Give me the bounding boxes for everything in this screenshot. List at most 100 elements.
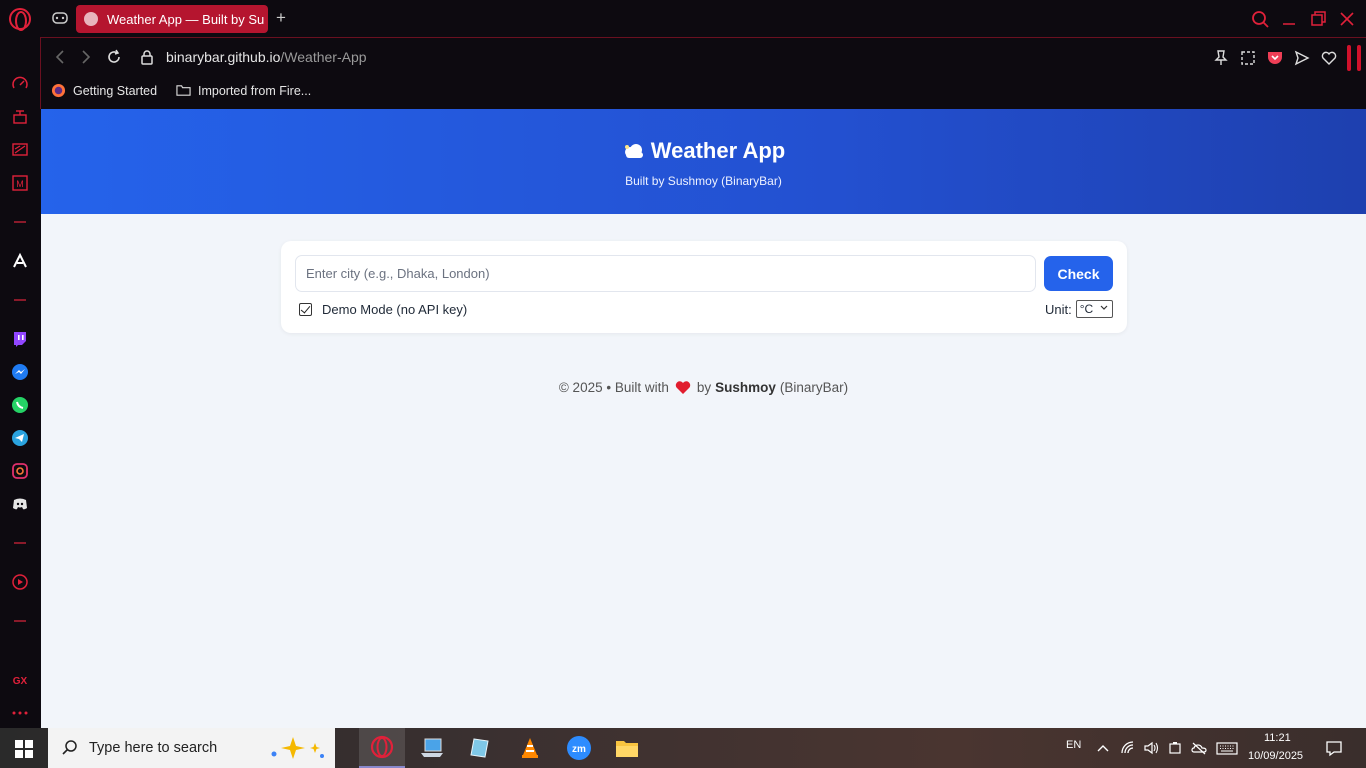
chevron-up-icon[interactable]	[1095, 740, 1111, 756]
language-indicator[interactable]: EN	[1066, 739, 1081, 751]
footer-prefix: © 2025 • Built with	[558, 380, 669, 395]
url-host: binarybar.github.io	[166, 49, 281, 65]
search-icon[interactable]	[1250, 9, 1270, 29]
demo-mode-label: Demo Mode (no API key)	[322, 302, 468, 317]
messenger-icon[interactable]	[11, 363, 29, 381]
sidebar-separator	[14, 542, 26, 544]
gamepad-icon[interactable]	[52, 11, 68, 25]
whatsapp-icon[interactable]	[11, 396, 29, 414]
unit-select[interactable]: °C	[1075, 300, 1113, 318]
notepad-icon	[470, 738, 489, 758]
sidebar-separator	[14, 221, 26, 223]
back-icon[interactable]	[51, 48, 69, 66]
taskbar-search[interactable]: Type here to search	[48, 728, 335, 768]
gx-mods-icon[interactable]: M	[11, 174, 29, 192]
url-path: /Weather-App	[280, 49, 367, 65]
accent-bar	[1347, 45, 1351, 71]
windows-taskbar: Type here to search zm EN 11:21 10/09/20…	[0, 728, 1366, 768]
app-header: Weather App Built by Sushmoy (BinaryBar)	[41, 109, 1366, 214]
demo-mode-checkbox[interactable]	[299, 303, 312, 316]
bookmark-label: Getting Started	[73, 83, 158, 98]
wifi-icon[interactable]	[1120, 740, 1136, 756]
page-title: Weather App	[41, 138, 1366, 164]
gx-icon[interactable]: GX	[11, 671, 29, 689]
pocket-icon[interactable]	[1266, 49, 1284, 67]
player-icon[interactable]	[11, 573, 29, 591]
heart-icon	[675, 381, 691, 394]
taskbar-vlc[interactable]	[507, 728, 553, 768]
discord-icon[interactable]	[11, 495, 29, 513]
taskbar-notepad[interactable]	[457, 728, 503, 768]
opera-gx-icon	[370, 735, 394, 759]
notifications-icon[interactable]	[1325, 739, 1343, 757]
twitch-icon[interactable]	[11, 330, 29, 348]
tab-title: Weather App — Built by Su	[107, 11, 265, 27]
aria-icon[interactable]	[11, 252, 29, 270]
taskbar-this-pc[interactable]	[409, 728, 455, 768]
keyboard-icon[interactable]	[1216, 740, 1238, 756]
snapshot-icon[interactable]	[1239, 49, 1257, 67]
forward-icon[interactable]	[77, 48, 95, 66]
send-icon[interactable]	[1293, 49, 1311, 67]
cleaner-icon[interactable]	[11, 141, 29, 159]
globe-icon	[84, 12, 98, 26]
svg-text:zm: zm	[572, 744, 586, 755]
clock-time[interactable]: 11:21	[1264, 732, 1291, 744]
speed-dial-icon[interactable]	[11, 75, 29, 93]
app-subtitle: Built by Sushmoy (BinaryBar)	[625, 174, 782, 188]
tab-weather-app[interactable]: Weather App — Built by Su	[76, 5, 268, 33]
more-icon[interactable]	[11, 704, 29, 722]
search-card: Check Demo Mode (no API key) Unit: °C	[281, 241, 1127, 333]
chevron-down-icon	[1100, 305, 1108, 310]
battery-icon[interactable]	[1167, 740, 1183, 756]
unit-label: Unit:	[1045, 301, 1072, 317]
bookmark-getting-started[interactable]: Getting Started	[51, 83, 157, 98]
onedrive-icon[interactable]	[1191, 740, 1207, 756]
windows-start-icon[interactable]	[15, 740, 33, 758]
zoom-icon: zm	[567, 736, 591, 760]
footer-by: by	[696, 380, 712, 395]
footer-author: Sushmoy	[715, 380, 776, 395]
new-tab-button[interactable]: +	[273, 9, 289, 26]
lock-icon[interactable]	[138, 48, 156, 66]
url-field[interactable]: binarybar.github.io/Weather-App	[166, 49, 367, 65]
firefox-icon	[51, 83, 66, 98]
accent-bar	[1357, 45, 1361, 71]
taskbar-zoom[interactable]: zm	[556, 728, 602, 768]
demo-mode-toggle[interactable]: Demo Mode (no API key)	[299, 302, 467, 317]
volume-icon[interactable]	[1143, 740, 1159, 756]
cloud-icon	[624, 144, 643, 158]
svg-text:GX: GX	[13, 676, 28, 687]
page-footer: © 2025 • Built with by Sushmoy (BinaryBa…	[41, 380, 1366, 395]
sparkle-icon	[271, 737, 324, 759]
pin-icon[interactable]	[1212, 49, 1230, 67]
bookmark-label: Imported from Fire...	[198, 83, 312, 98]
bookmarks-bar: Getting Started Imported from Fire...	[40, 77, 1366, 109]
unit-value: °C	[1079, 302, 1094, 316]
taskbar-file-explorer[interactable]	[604, 728, 650, 768]
reload-icon[interactable]	[105, 48, 123, 66]
close-icon[interactable]	[1337, 9, 1357, 29]
folder-icon	[176, 85, 191, 96]
instagram-icon[interactable]	[11, 462, 29, 480]
taskbar-opera-gx[interactable]	[359, 728, 405, 768]
search-icon	[62, 740, 77, 755]
telegram-icon[interactable]	[11, 429, 29, 447]
bookmark-imported[interactable]: Imported from Fire...	[176, 83, 311, 98]
limiter-icon[interactable]	[11, 108, 29, 126]
sidebar-separator	[14, 299, 26, 301]
folder-icon	[616, 741, 638, 757]
browser-titlebar: Weather App — Built by Su +	[0, 0, 1366, 37]
minimize-icon[interactable]	[1279, 9, 1299, 29]
heart-outline-icon[interactable]	[1320, 49, 1338, 67]
clock-date[interactable]: 10/09/2025	[1248, 750, 1303, 762]
city-input[interactable]	[295, 255, 1036, 292]
app-title: Weather App	[650, 138, 786, 163]
browser-sidebar: M GX	[0, 37, 40, 728]
opera-logo-icon[interactable]	[9, 8, 31, 31]
restore-icon[interactable]	[1308, 9, 1328, 29]
unit-selector: Unit: °C	[1045, 300, 1113, 318]
svg-text:M: M	[16, 179, 24, 189]
check-button[interactable]: Check	[1044, 256, 1113, 291]
vlc-icon	[522, 738, 538, 758]
